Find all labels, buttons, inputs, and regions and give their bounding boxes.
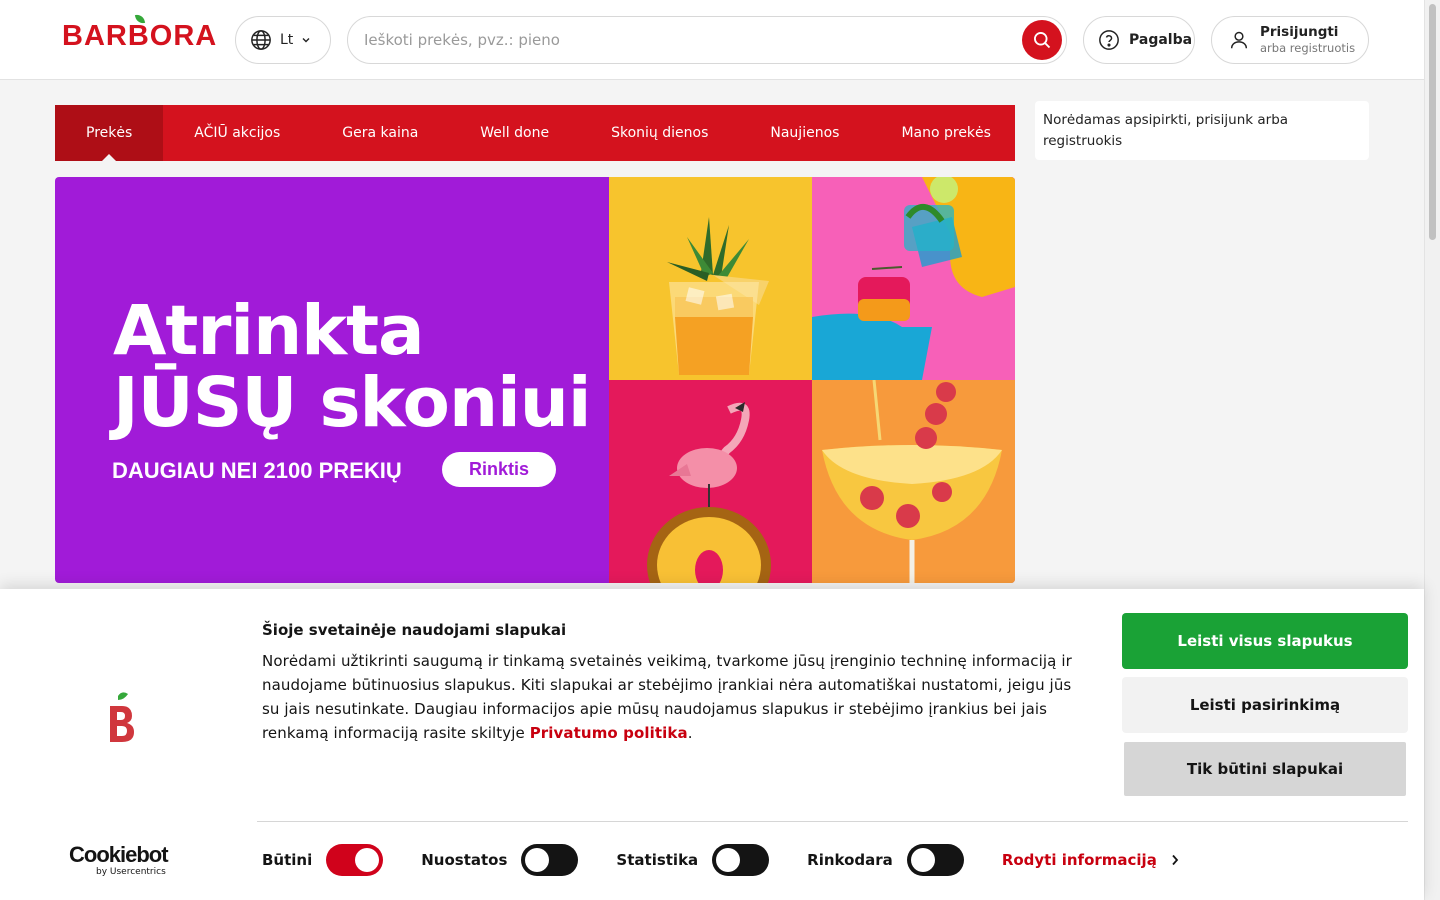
page-scrollbar[interactable] (1424, 0, 1440, 900)
nav-item-gera-kaina[interactable]: Gera kaina (311, 105, 449, 161)
toggle-label-marketing: Rinkodara (807, 851, 893, 869)
banner-subtitle: DAUGIAU NEI 2100 PREKIŲ (112, 458, 402, 483)
toggle-knob (355, 848, 380, 872)
login-prompt-note[interactable]: Norėdamas apsipirkti, prisijunk arba reg… (1035, 101, 1369, 160)
login-text: Prisijungti arba registruotis (1260, 24, 1355, 56)
toggle-knob (716, 848, 741, 872)
banner-title-line1: Atrinkta (113, 291, 425, 371)
nav-item-aciu-akcijos[interactable]: AČIŪ akcijos (163, 105, 311, 161)
banner-title: Atrinkta JŪSŲ skoniui (113, 291, 592, 443)
raspberry-cocktail-image (812, 380, 1015, 583)
site-header: BARBORA Lt Pagalba Prisijungti arba regi… (0, 0, 1424, 80)
banner-choose-button[interactable]: Rinktis (442, 452, 556, 487)
login-subtitle: arba registruotis (1260, 41, 1356, 55)
toggle-label-statistics: Statistika (616, 851, 699, 869)
search-input[interactable] (364, 17, 1004, 63)
cookie-divider (257, 821, 1408, 822)
toggle-label-preferences: Nuostatos (421, 851, 508, 869)
banner-title-line2: JŪSŲ skoniui (113, 363, 592, 443)
allow-all-cookies-button[interactable]: Leisti visus slapukus (1122, 613, 1408, 669)
nav-item-mano-prekes[interactable]: Mano prekės (870, 105, 1022, 161)
cookie-title: Šioje svetainėje naudojami slapukai (262, 621, 567, 639)
cookie-consent-banner: Šioje svetainėje naudojami slapukai Norė… (0, 589, 1424, 900)
search-icon (1034, 32, 1051, 49)
flamingo-pineapple-image (609, 380, 812, 583)
chevron-right-icon (1172, 854, 1179, 866)
toggle-necessary[interactable] (326, 844, 384, 876)
allow-selection-button[interactable]: Leisti pasirinkimą (1122, 677, 1408, 733)
help-label: Pagalba (1129, 32, 1193, 48)
toggle-knob (525, 848, 550, 872)
show-details-label: Rodyti informaciją (1001, 851, 1157, 869)
scrollbar-thumb[interactable] (1429, 4, 1436, 240)
nav-item-naujienos[interactable]: Naujienos (739, 105, 870, 161)
login-button[interactable]: Prisijungti arba registruotis (1211, 16, 1369, 64)
language-label: Lt (280, 32, 294, 48)
category-nav: Prekės AČIŪ akcijos Gera kaina Well done… (55, 105, 1015, 162)
show-details-link[interactable]: Rodyti informaciją (1002, 851, 1179, 869)
nav-item-well-done[interactable]: Well done (449, 105, 580, 161)
help-button[interactable]: Pagalba (1083, 16, 1195, 64)
toggle-preferences[interactable] (521, 844, 579, 876)
help-icon (1099, 30, 1119, 50)
logo-text: BARBORA (62, 20, 218, 52)
language-selector[interactable]: Lt (235, 16, 331, 64)
login-title: Prisijungti (1260, 24, 1339, 40)
nav-item-prekes[interactable]: Prekės (55, 105, 164, 162)
toggle-statistics[interactable] (712, 844, 770, 876)
globe-icon (251, 30, 271, 50)
cookiebot-by: by Usercentrics (96, 867, 166, 877)
privacy-policy-link[interactable]: Privatumo politika (530, 724, 688, 742)
search-bar (347, 16, 1067, 64)
cookiebot-name: Cookiebot (69, 842, 169, 867)
chevron-down-icon (302, 38, 310, 43)
toggle-label-necessary: Būtini (262, 851, 313, 869)
cookie-text: Norėdami užtikrinti saugumą ir tinkamą s… (262, 649, 1092, 745)
cookiebot-logo[interactable]: Cookiebot by Usercentrics (69, 842, 169, 878)
search-button[interactable] (1022, 20, 1062, 60)
nav-item-skoniu-dienos[interactable]: Skonių dienos (580, 105, 739, 161)
barbora-b-logo-icon (110, 692, 134, 742)
barbora-logo[interactable]: BARBORA (62, 13, 218, 53)
cookie-text-end: . (687, 724, 693, 742)
pineapple-drink-image (609, 177, 812, 380)
toggle-knob (910, 848, 935, 872)
toggle-marketing[interactable] (906, 844, 964, 876)
cookie-toggles: Būtini Nuostatos Statistika Rinkodara Ro… (262, 844, 1179, 876)
promo-banner[interactable]: Atrinkta JŪSŲ skoniui DAUGIAU NEI 2100 P… (55, 177, 1015, 583)
hands-with-drinks-image (812, 177, 1015, 380)
necessary-only-button[interactable]: Tik būtini slapukai (1124, 742, 1406, 796)
user-icon (1230, 31, 1248, 49)
